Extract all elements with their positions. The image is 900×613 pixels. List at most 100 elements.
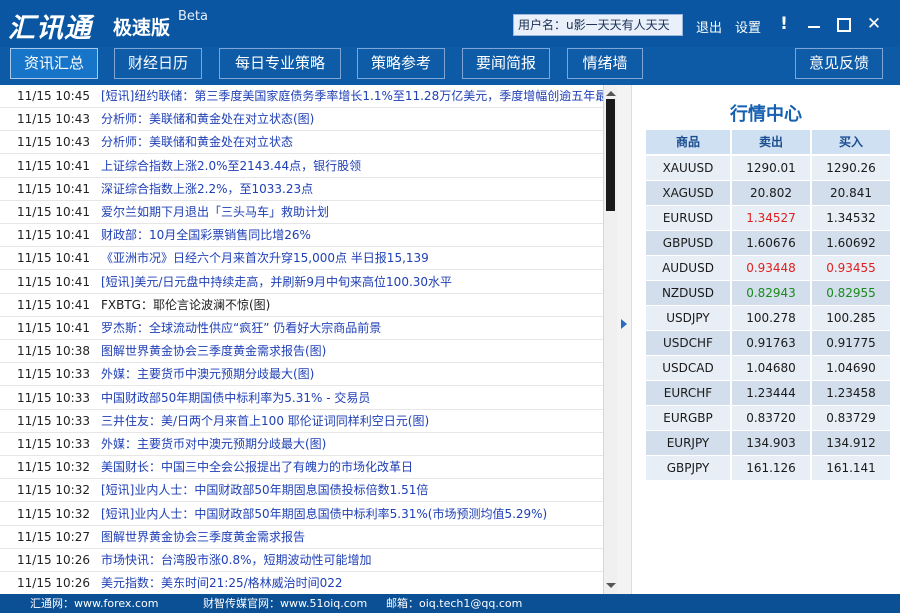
tab-news-summary[interactable]: 资讯汇总 <box>10 48 98 79</box>
quote-row[interactable]: EURCHF 1.23444 1.23458 <box>646 381 890 405</box>
news-row[interactable]: 11/15 10:41 爱尔兰如期下月退出「三头马车」救助计划 <box>0 201 603 224</box>
news-row[interactable]: 11/15 10:33 外媒：主要货币对中澳元预期分歧最大(图) <box>0 433 603 456</box>
username-display[interactable]: 用户名：u影一天天有人天天 <box>513 14 683 36</box>
logout-link[interactable]: 退出 <box>696 17 722 36</box>
news-row[interactable]: 11/15 10:32 [短讯]业内人士：中国财政部50年期固息国债中标利率5.3… <box>0 503 603 526</box>
status-partner: 财智传媒官网：www.51oiq.com <box>203 597 368 610</box>
scroll-up-icon[interactable] <box>606 91 616 96</box>
news-row[interactable]: 11/15 10:43 分析师：美联储和黄金处在对立状态(图) <box>0 108 603 132</box>
news-row[interactable]: 11/15 10:41 罗杰斯：全球流动性供应“疯狂” 仍看好大宗商品前景 <box>0 317 603 340</box>
news-title-link[interactable]: [短讯]纽约联储：第三季度美国家庭债务季率增长1.1%至11.28万亿美元，季度… <box>101 85 603 107</box>
news-time: 11/15 10:26 <box>17 576 90 591</box>
settings-link[interactable]: 设置 <box>735 17 761 36</box>
news-row[interactable]: 11/15 10:26 美元指数：美东时间21:25/格林威治时间022 <box>0 572 603 594</box>
news-title-link[interactable]: 财政部：10月全国彩票销售同比增26% <box>101 224 311 246</box>
news-row[interactable]: 11/15 10:41 [短讯]美元/日元盘中持续走高，并刷新9月中旬来高位100… <box>0 271 603 294</box>
header-sell: 卖出 <box>732 130 810 154</box>
news-title-link[interactable]: 爱尔兰如期下月退出「三头马车」救助计划 <box>101 201 329 223</box>
news-row[interactable]: 11/15 10:32 [短讯]业内人士：中国财政部50年期固息国债投标倍数1.5… <box>0 479 603 503</box>
news-list: 11/15 10:45 [短讯]纽约联储：第三季度美国家庭债务季率增长1.1%至1… <box>0 85 603 594</box>
news-title-link[interactable]: FXBTG：耶伦言论波澜不惊(图) <box>101 294 270 316</box>
quote-row[interactable]: GBPUSD 1.60676 1.60692 <box>646 231 890 255</box>
quote-row[interactable]: USDCAD 1.04680 1.04690 <box>646 356 890 380</box>
status-bar: 汇通网：www.forex.com 财智传媒官网：www.51oiq.com 邮… <box>0 594 900 613</box>
quote-buy: 0.82955 <box>812 281 890 305</box>
tab-daily-strategy[interactable]: 每日专业策略 <box>219 48 341 79</box>
news-title-link[interactable]: 上证综合指数上涨2.0%至2143.44点，银行股领 <box>101 155 361 177</box>
news-row[interactable]: 11/15 10:38 图解世界黄金协会三季度黄金需求报告(图) <box>0 340 603 364</box>
quote-symbol: GBPJPY <box>646 456 730 480</box>
tab-news-brief[interactable]: 要闻简报 <box>462 48 550 79</box>
quote-row[interactable]: GBPJPY 161.126 161.141 <box>646 456 890 480</box>
news-title-link[interactable]: [短讯]业内人士：中国财政部50年期固息国债中标利率5.31%(市场预测均值5.… <box>101 503 547 525</box>
alert-icon[interactable]: ! <box>774 14 794 34</box>
news-row[interactable]: 11/15 10:45 [短讯]纽约联储：第三季度美国家庭债务季率增长1.1%至1… <box>0 85 603 108</box>
quote-sell: 0.93448 <box>732 256 810 280</box>
news-title-link[interactable]: [短讯]业内人士：中国财政部50年期固息国债投标倍数1.51倍 <box>101 479 428 501</box>
news-time: 11/15 10:41 <box>17 297 90 312</box>
quote-sell: 0.82943 <box>732 281 810 305</box>
quote-row[interactable]: XAGUSD 20.802 20.841 <box>646 181 890 205</box>
tab-sentiment-wall[interactable]: 情绪墙 <box>567 48 643 79</box>
news-title-link[interactable]: 分析师：美联储和黄金处在对立状态(图) <box>101 108 314 130</box>
quote-row[interactable]: EURJPY 134.903 134.912 <box>646 431 890 455</box>
news-row[interactable]: 11/15 10:41 《亚洲市况》日经六个月来首次升穿15,000点 半日报15… <box>0 247 603 271</box>
news-row[interactable]: 11/15 10:41 财政部：10月全国彩票销售同比增26% <box>0 224 603 248</box>
quote-buy: 161.141 <box>812 456 890 480</box>
quote-sell: 1290.01 <box>732 156 810 180</box>
news-title-link[interactable]: 图解世界黄金协会三季度黄金需求报告(图) <box>101 340 326 362</box>
quote-row[interactable]: XAUUSD 1290.01 1290.26 <box>646 156 890 180</box>
header-buy: 买入 <box>812 130 890 154</box>
news-row[interactable]: 11/15 10:41 深证综合指数上涨2.2%，至1033.23点 <box>0 178 603 201</box>
quote-buy: 1.60692 <box>812 231 890 255</box>
title-bar: 汇讯通 极速版 Beta 用户名：u影一天天有人天天 退出 设置 ! ✕ <box>0 0 900 47</box>
maximize-icon[interactable] <box>834 14 854 34</box>
tab-bar: 资讯汇总 财经日历 每日专业策略 策略参考 要闻简报 情绪墙 意见反馈 <box>0 47 900 85</box>
collapse-arrow-icon[interactable] <box>621 319 627 329</box>
scroll-thumb[interactable] <box>606 99 615 211</box>
news-title-link[interactable]: [短讯]美元/日元盘中持续走高，并刷新9月中旬来高位100.30水平 <box>101 271 452 293</box>
news-row[interactable]: 11/15 10:32 美国财长：中国三中全会公报提出了有魄力的市场化改革日 <box>0 456 603 480</box>
news-title-link[interactable]: 外媒：主要货币对中澳元预期分歧最大(图) <box>101 433 326 455</box>
quote-symbol: USDJPY <box>646 306 730 330</box>
news-row[interactable]: 11/15 10:27 图解世界黄金协会三季度黄金需求报告 <box>0 526 603 549</box>
tab-calendar[interactable]: 财经日历 <box>114 48 202 79</box>
quote-symbol: EURUSD <box>646 206 730 230</box>
news-time: 11/15 10:33 <box>17 390 90 405</box>
news-title-link[interactable]: 三井住友：美/日两个月来首上100 耶伦证词同样利空日元(图) <box>101 410 429 432</box>
close-icon[interactable]: ✕ <box>864 14 884 34</box>
quote-symbol: USDCAD <box>646 356 730 380</box>
news-time: 11/15 10:26 <box>17 553 90 567</box>
news-row[interactable]: 11/15 10:26 市场快讯：台湾股市涨0.8%，短期波动性可能增加 <box>0 549 603 572</box>
news-title-link[interactable]: 美国财长：中国三中全会公报提出了有魄力的市场化改革日 <box>101 456 413 478</box>
tab-strategy-reference[interactable]: 策略参考 <box>357 48 445 79</box>
news-title-link[interactable]: 分析师：美联储和黄金处在对立状态 <box>101 131 293 153</box>
quote-row[interactable]: USDCHF 0.91763 0.91775 <box>646 331 890 355</box>
news-title-link[interactable]: 外媒：主要货币中澳元预期分歧最大(图) <box>101 363 314 385</box>
news-title-link[interactable]: 罗杰斯：全球流动性供应“疯狂” 仍看好大宗商品前景 <box>101 317 381 339</box>
news-title-link[interactable]: 市场快讯：台湾股市涨0.8%，短期波动性可能增加 <box>101 549 372 571</box>
quote-row[interactable]: NZDUSD 0.82943 0.82955 <box>646 281 890 305</box>
quote-sell: 134.903 <box>732 431 810 455</box>
quote-row[interactable]: EURGBP 0.83720 0.83729 <box>646 406 890 430</box>
news-row[interactable]: 11/15 10:43 分析师：美联储和黄金处在对立状态 <box>0 131 603 155</box>
news-title-link[interactable]: 美元指数：美东时间21:25/格林威治时间022 <box>101 572 343 594</box>
news-title-link[interactable]: 《亚洲市况》日经六个月来首次升穿15,000点 半日报15,139 <box>101 247 429 269</box>
news-time: 11/15 10:33 <box>17 413 90 428</box>
quote-row[interactable]: AUDUSD 0.93448 0.93455 <box>646 256 890 280</box>
news-row[interactable]: 11/15 10:41 上证综合指数上涨2.0%至2143.44点，银行股领 <box>0 155 603 178</box>
news-row[interactable]: 11/15 10:33 三井住友：美/日两个月来首上100 耶伦证词同样利空日元(… <box>0 410 603 433</box>
quote-row[interactable]: EURUSD 1.34527 1.34532 <box>646 206 890 230</box>
news-title-link[interactable]: 深证综合指数上涨2.2%，至1033.23点 <box>101 178 313 200</box>
minimize-icon[interactable] <box>804 14 824 34</box>
feedback-button[interactable]: 意见反馈 <box>795 48 883 79</box>
news-title-link[interactable]: 图解世界黄金协会三季度黄金需求报告 <box>101 526 305 548</box>
news-title-link[interactable]: 中国财政部50年期国债中标利率为5.31% - 交易员 <box>101 387 370 409</box>
news-row[interactable]: 11/15 10:33 外媒：主要货币中澳元预期分歧最大(图) <box>0 363 603 387</box>
news-row[interactable]: 11/15 10:33 中国财政部50年期国债中标利率为5.31% - 交易员 <box>0 387 603 410</box>
news-scrollbar[interactable] <box>603 85 617 594</box>
scroll-down-icon[interactable] <box>606 583 616 588</box>
quote-row[interactable]: USDJPY 100.278 100.285 <box>646 306 890 330</box>
news-row[interactable]: 11/15 10:41 FXBTG：耶伦言论波澜不惊(图) <box>0 294 603 317</box>
panel-divider[interactable] <box>617 85 632 594</box>
